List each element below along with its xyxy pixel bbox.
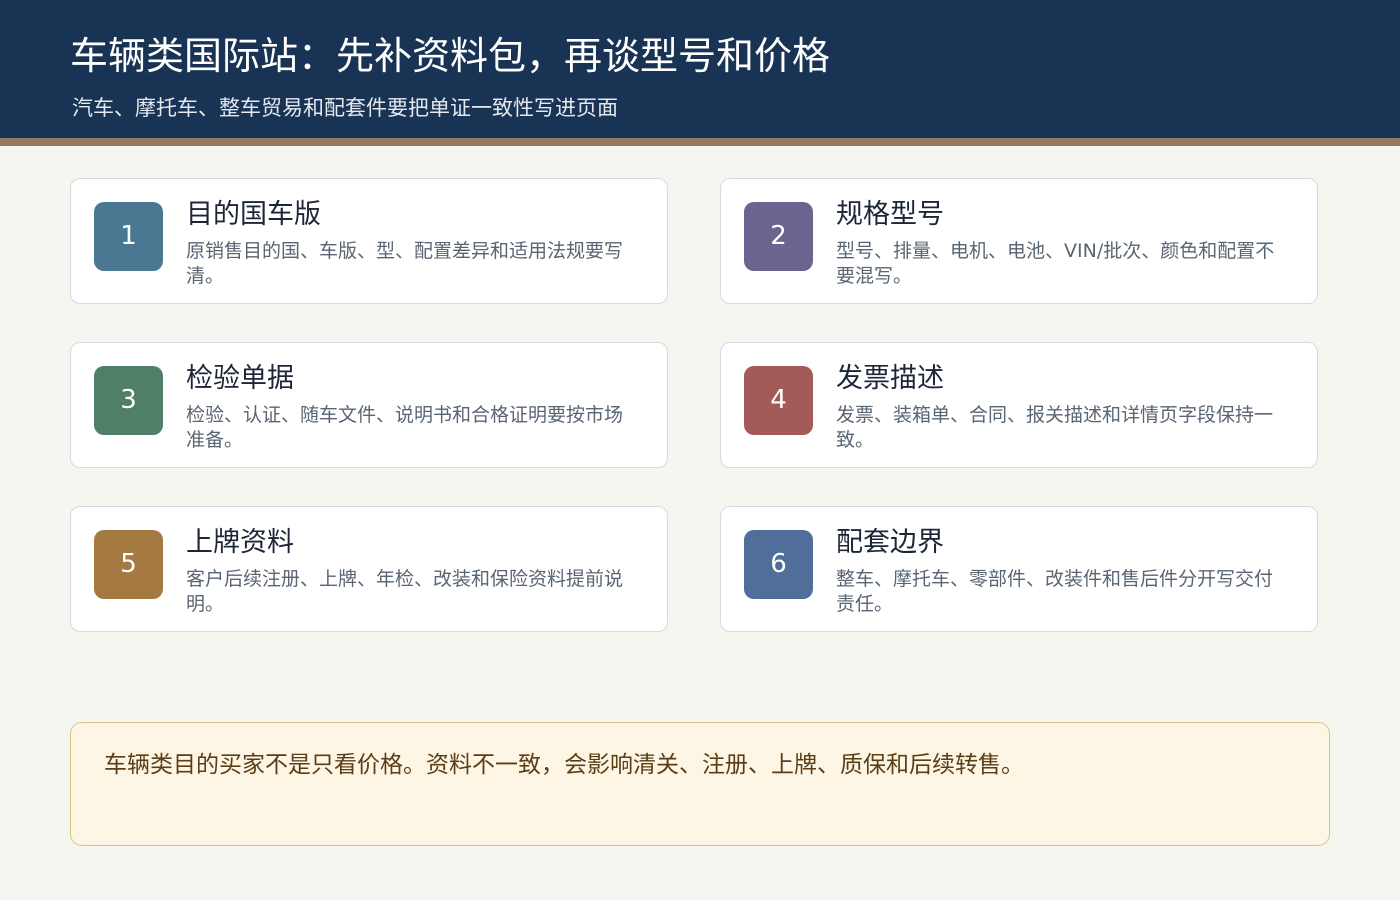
number-badge: 6 [744,530,813,599]
card-description: 客户后续注册、上牌、年检、改装和保险资料提前说明。 [186,568,624,615]
header-divider [0,138,1400,146]
card-spec-model: 2 规格型号 型号、排量、电机、电池、VIN/批次、颜色和配置不要混写。 [720,178,1318,304]
number-badge: 5 [94,530,163,599]
number-badge: 2 [744,202,813,271]
card-description: 原销售目的国、车版、型、配置差异和适用法规要写清。 [186,240,624,287]
card-description: 发票、装箱单、合同、报关描述和详情页字段保持一致。 [836,404,1274,451]
card-description: 检验、认证、随车文件、说明书和合格证明要按市场准备。 [186,404,624,451]
card-title: 配套边界 [836,527,944,558]
card-registration-docs: 5 上牌资料 客户后续注册、上牌、年检、改装和保险资料提前说明。 [70,506,668,632]
card-supply-boundary: 6 配套边界 整车、摩托车、零部件、改装件和售后件分开写交付责任。 [720,506,1318,632]
card-destination-version: 1 目的国车版 原销售目的国、车版、型、配置差异和适用法规要写清。 [70,178,668,304]
card-title: 目的国车版 [186,199,321,230]
summary-note-text: 车辆类目的买家不是只看价格。资料不一致，会影响清关、注册、上牌、质保和后续转售。 [104,752,1024,778]
card-description: 整车、摩托车、零部件、改装件和售后件分开写交付责任。 [836,568,1274,615]
number-badge: 3 [94,366,163,435]
card-inspection-docs: 3 检验单据 检验、认证、随车文件、说明书和合格证明要按市场准备。 [70,342,668,468]
page-subtitle: 汽车、摩托车、整车贸易和配套件要把单证一致性写进页面 [72,96,618,120]
number-badge: 1 [94,202,163,271]
card-title: 规格型号 [836,199,944,230]
summary-note: 车辆类目的买家不是只看价格。资料不一致，会影响清关、注册、上牌、质保和后续转售。 [70,722,1330,846]
number-badge: 4 [744,366,813,435]
card-title: 上牌资料 [186,527,294,558]
card-invoice-description: 4 发票描述 发票、装箱单、合同、报关描述和详情页字段保持一致。 [720,342,1318,468]
page-header: 车辆类国际站：先补资料包，再谈型号和价格 汽车、摩托车、整车贸易和配套件要把单证… [0,0,1400,138]
page-title: 车辆类国际站：先补资料包，再谈型号和价格 [70,34,831,78]
card-description: 型号、排量、电机、电池、VIN/批次、颜色和配置不要混写。 [836,240,1275,287]
card-title: 发票描述 [836,363,944,394]
card-title: 检验单据 [186,363,294,394]
